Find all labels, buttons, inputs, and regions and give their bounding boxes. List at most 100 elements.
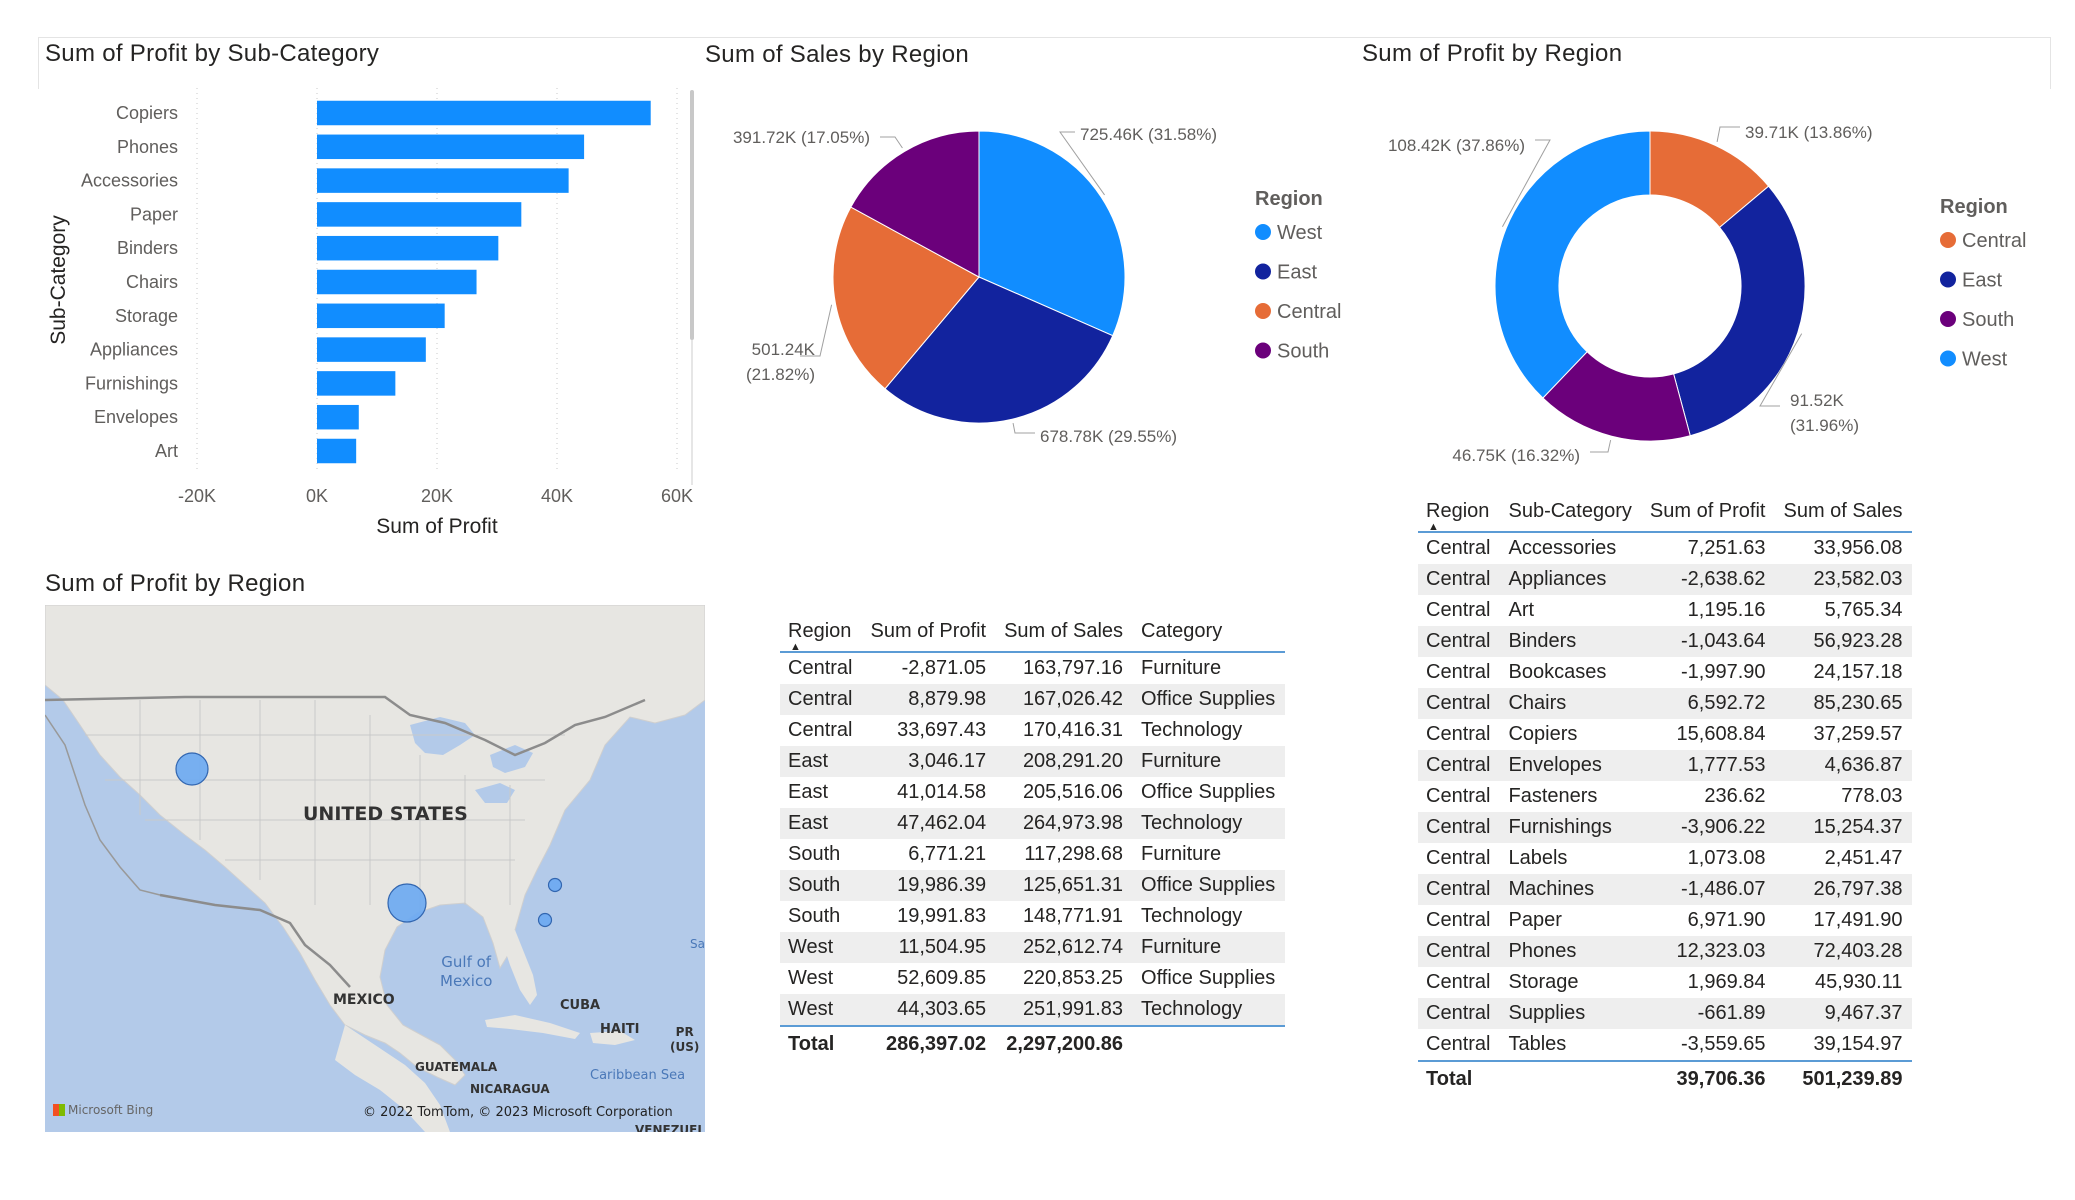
table-cell: 205,516.06 bbox=[1022, 781, 1124, 803]
table-row[interactable]: East 47,462.04 264,973.98 Technology bbox=[780, 808, 1286, 839]
table2-col-sales[interactable]: Sum of Sales bbox=[1776, 491, 1913, 532]
map-bubble-central[interactable] bbox=[387, 883, 427, 923]
table2-col-profit[interactable]: Sum of Profit bbox=[1642, 491, 1776, 532]
table-row[interactable]: Central Chairs 6,592.72 85,230.65 bbox=[1418, 688, 1913, 719]
table-cell: 33,956.08 bbox=[1813, 537, 1903, 559]
table1-header-row: Region ▲ Sum of Profit Sum of Sales Categ… bbox=[780, 611, 1286, 654]
table-row[interactable]: Central 8,879.98 167,026.42 Office Supplies bbox=[780, 684, 1286, 715]
table-cell: 125,651.31 bbox=[996, 870, 1134, 901]
table-row[interactable]: East 41,014.58 205,516.06 Office Supplies bbox=[780, 777, 1285, 808]
table-row[interactable]: Central Appliances -2,638.62 23,582.03 bbox=[1418, 564, 1913, 595]
map-bubble-west[interactable] bbox=[175, 752, 209, 786]
table-row[interactable]: Central Paper 6,971.90 17,491.90 bbox=[1418, 905, 1912, 936]
table-cell: 117,298.68 bbox=[1024, 843, 1124, 865]
table-row[interactable]: Central Tables -3,559.65 39,154.97 bbox=[1418, 1029, 1912, 1061]
table-cell: 9,467.37 bbox=[1775, 998, 1913, 1029]
table-cell: 3,046.17 bbox=[862, 746, 997, 777]
table-row[interactable]: Central Furnishings -3,906.22 15,254.37 bbox=[1418, 812, 1913, 843]
table-cell: 41,014.58 bbox=[897, 781, 987, 803]
table-cell: Central bbox=[1426, 599, 1491, 621]
map-visual[interactable]: UNITED STATES Gulf of Mexico MEXICO CUBA… bbox=[45, 605, 705, 1132]
table-cell: Furniture bbox=[1141, 843, 1222, 865]
table-row[interactable]: South 19,991.83 148,771.91 Technology bbox=[780, 901, 1285, 932]
table-cell: East bbox=[788, 781, 829, 803]
table-cell: Central bbox=[1418, 998, 1501, 1029]
table-row[interactable]: Central Machines -1,486.07 26,797.38 bbox=[1418, 874, 1913, 905]
donut-legend-marker-central[interactable] bbox=[1940, 232, 1956, 248]
map-bubble-south[interactable] bbox=[537, 912, 553, 928]
table1-col-sales[interactable]: Sum of Sales bbox=[996, 611, 1133, 652]
table-cell: Technology bbox=[1141, 905, 1243, 927]
table-row[interactable]: Central Storage 1,969.84 45,930.11 bbox=[1418, 967, 1912, 998]
table-row[interactable]: Central 33,697.43 170,416.31 Technology bbox=[780, 715, 1285, 746]
table-row[interactable]: South 19,986.39 125,651.31 Office Supplies bbox=[780, 870, 1286, 901]
table-cell: Copiers bbox=[1508, 723, 1578, 745]
donut-data-label-central: 39.71K (13.86%) bbox=[1745, 123, 1873, 142]
table-row[interactable]: West 11,504.95 252,612.74 Furniture bbox=[780, 932, 1286, 963]
table-cell: 15,608.84 bbox=[1676, 723, 1766, 745]
table-cell: Fasteners bbox=[1508, 785, 1598, 807]
table-row[interactable]: West 44,303.65 251,991.83 Technology bbox=[780, 994, 1286, 1026]
table-cell: West bbox=[788, 967, 834, 989]
table-row[interactable]: Central Bookcases -1,997.90 24,157.18 bbox=[1418, 657, 1912, 688]
table-row[interactable]: Central Accessories 7,251.63 33,956.08 bbox=[1418, 532, 1912, 564]
table-cell bbox=[1500, 1061, 1641, 1096]
donut-legend-marker-south[interactable] bbox=[1940, 311, 1956, 327]
table-cell: Central bbox=[1418, 626, 1501, 657]
table-row[interactable]: Central Phones 12,323.03 72,403.28 bbox=[1418, 936, 1913, 967]
table-row[interactable]: Central -2,871.05 163,797.16 Furniture bbox=[780, 652, 1285, 684]
table-cell: 12,323.03 bbox=[1641, 936, 1776, 967]
table-cell: -2,638.62 bbox=[1641, 564, 1776, 595]
sort-ascending-icon[interactable]: ▲ bbox=[790, 641, 801, 653]
table-cell: Central bbox=[1418, 564, 1501, 595]
map-bubble-east[interactable] bbox=[547, 877, 563, 893]
table-cell: 85,230.65 bbox=[1775, 688, 1913, 719]
table-row[interactable]: Central Envelopes 1,777.53 4,636.87 bbox=[1418, 750, 1913, 781]
table2-col-region[interactable]: Region ▲ bbox=[1418, 491, 1500, 534]
donut-legend-marker-east[interactable] bbox=[1940, 271, 1956, 288]
table-cell: Technology bbox=[1133, 808, 1286, 839]
region-subcategory-table: Region ▲ Sub-Category Sum of Profit Sum o… bbox=[1418, 491, 1913, 1096]
table-row[interactable]: West 52,609.85 220,853.25 Office Supplies bbox=[780, 963, 1285, 994]
table-cell: Bookcases bbox=[1508, 661, 1607, 683]
table-cell: 167,026.42 bbox=[996, 684, 1134, 715]
table-row[interactable]: Central Art 1,195.16 5,765.34 bbox=[1418, 595, 1912, 626]
table-cell: South bbox=[788, 905, 841, 927]
table-row[interactable]: Central Supplies -661.89 9,467.37 bbox=[1418, 998, 1913, 1029]
table-cell: Chairs bbox=[1500, 688, 1642, 719]
table-cell: 220,853.25 bbox=[1022, 967, 1124, 989]
table-cell: Office Supplies bbox=[1133, 684, 1286, 715]
table-cell: Paper bbox=[1508, 909, 1562, 931]
table2-col-subcategory[interactable]: Sub-Category bbox=[1500, 491, 1641, 532]
table-cell: Accessories bbox=[1508, 537, 1617, 559]
table-row[interactable]: East 3,046.17 208,291.20 Furniture bbox=[780, 746, 1286, 777]
donut-legend-marker-west[interactable] bbox=[1940, 350, 1956, 367]
table-cell: Central bbox=[1426, 723, 1491, 745]
sort-ascending-icon[interactable]: ▲ bbox=[1428, 521, 1439, 533]
table-row[interactable]: Central Fasteners 236.62 778.03 bbox=[1418, 781, 1912, 812]
table1-col-region[interactable]: Region ▲ bbox=[780, 611, 862, 654]
table-row[interactable]: Central Copiers 15,608.84 37,259.57 bbox=[1418, 719, 1912, 750]
table-cell: 4,636.87 bbox=[1775, 750, 1913, 781]
table1-total-row: Total 286,397.02 2,297,200.86 bbox=[780, 1026, 1286, 1061]
table-row[interactable]: South 6,771.21 117,298.68 Furniture bbox=[780, 839, 1285, 870]
table-cell: 56,923.28 bbox=[1775, 626, 1913, 657]
donut-slice-east[interactable] bbox=[1673, 185, 1806, 437]
table-row[interactable]: Central Labels 1,073.08 2,451.47 bbox=[1418, 843, 1912, 874]
table1-col-profit[interactable]: Sum of Profit bbox=[862, 611, 996, 652]
table-cell: 1,777.53 bbox=[1641, 750, 1776, 781]
table-cell: 1,073.08 bbox=[1687, 847, 1766, 869]
table-cell bbox=[1133, 1026, 1285, 1061]
table-cell: 23,582.03 bbox=[1775, 564, 1913, 595]
table-cell: 252,612.74 bbox=[996, 932, 1134, 963]
donut-slice-west[interactable] bbox=[1494, 130, 1651, 399]
table-cell: 72,403.28 bbox=[1775, 936, 1913, 967]
table-cell: Central bbox=[1418, 936, 1501, 967]
table-row[interactable]: Central Binders -1,043.64 56,923.28 bbox=[1418, 626, 1913, 657]
donut-data-label-east: (31.96%) bbox=[1790, 416, 1859, 435]
table-cell: 501,239.89 bbox=[1802, 1067, 1903, 1090]
table1-col-category[interactable]: Category bbox=[1133, 611, 1285, 652]
table-cell: Central bbox=[1426, 847, 1491, 869]
table-cell: 6,592.72 bbox=[1641, 688, 1776, 719]
table-cell: 208,291.20 bbox=[996, 746, 1134, 777]
